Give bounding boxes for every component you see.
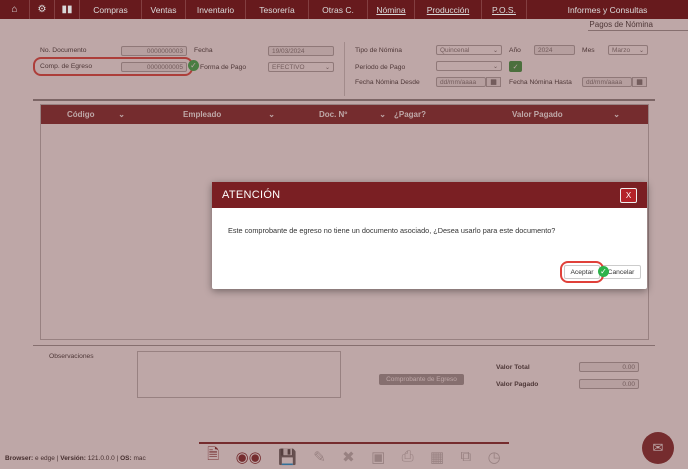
close-button[interactable]: X (620, 187, 637, 203)
overlay-nav-shade (0, 0, 688, 19)
dialog-title: ATENCIÓN (222, 189, 281, 201)
attention-dialog: ATENCIÓN X Este comprobante de egreso no… (212, 182, 647, 289)
dialog-header: ATENCIÓN X (212, 182, 647, 208)
dialog-message: Este comprobante de egreso no tiene un d… (228, 226, 556, 235)
check-icon: ✓ (598, 266, 609, 277)
